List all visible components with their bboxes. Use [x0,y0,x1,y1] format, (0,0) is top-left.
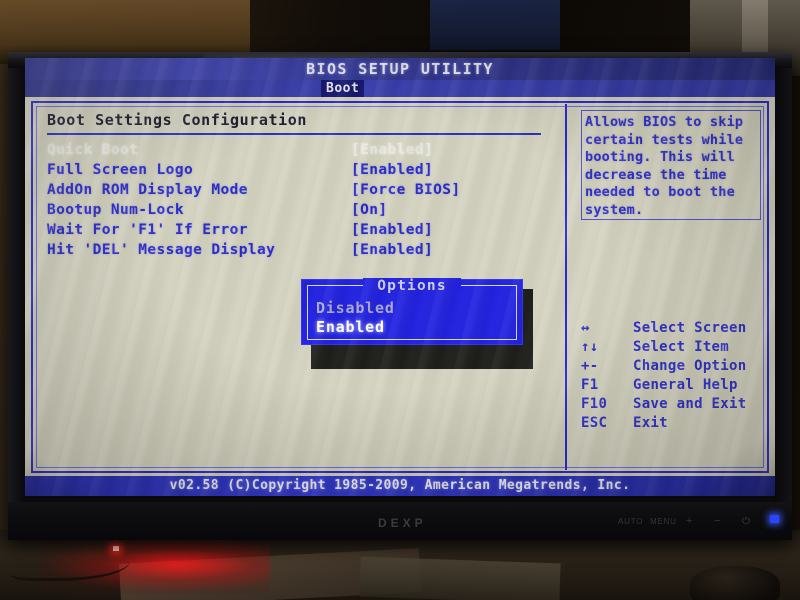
key-legend-row: F10 Save and Exit [581,396,767,415]
monitor-button-row: AUTO MENU + − ⏻ [618,515,790,531]
setting-row[interactable]: Wait For 'F1' If Error [Enabled] [47,222,547,242]
key-legend-description: Save and Exit [633,396,747,412]
key-legend-description: Change Option [633,358,747,374]
setting-row[interactable]: Hit 'DEL' Message Display [Enabled] [47,242,547,262]
key-legend-description: Exit [633,415,668,431]
key-legend-description: Select Item [633,339,730,355]
section-underline [47,133,541,135]
setting-value[interactable]: [Enabled] [351,222,433,238]
key-f10: F10 [581,396,608,412]
key-plus-minus-icon: +- [581,358,599,374]
desk-object [690,566,780,600]
options-popup-title: Options [363,278,461,294]
settings-list: Quick Boot [Enabled] Full Screen Logo [E… [47,142,547,262]
help-text: Allows BIOS to skip certain tests while … [585,114,744,218]
monitor-plus-button[interactable]: + [686,515,693,527]
key-legend-row: ESC Exit [581,415,767,434]
monitor: BIOS SETUP UTILITY Boot Boot Settings Co… [8,52,792,540]
setting-row[interactable]: AddOn ROM Display Mode [Force BIOS] [47,182,547,202]
bios-tab-bar: Boot [25,80,775,97]
key-arrows-vertical-icon: ↑↓ [581,339,599,355]
key-legend-row: ↑↓ Select Item [581,339,767,358]
bezel-left [8,52,26,540]
key-legend-description: Select Screen [633,320,747,336]
wall-blue-patch [430,0,560,50]
key-legend-description: General Help [633,377,738,393]
monitor-minus-button[interactable]: − [714,515,721,527]
tab-boot[interactable]: Boot [321,80,365,97]
setting-label: Full Screen Logo [47,162,194,178]
bios-footer: v02.58 (C)Copyright 1985-2009, American … [25,476,775,496]
power-led-icon [770,515,779,523]
key-f1: F1 [581,377,599,393]
setting-value[interactable]: [Enabled] [351,142,433,158]
desk-paper-right [359,556,561,600]
key-legend: ↔ Select Screen ↑↓ Select Item +- Change… [581,320,767,434]
screen: BIOS SETUP UTILITY Boot Boot Settings Co… [25,58,775,496]
options-popup[interactable]: Options Disabled Enabled [301,278,523,345]
setting-label: Wait For 'F1' If Error [47,222,248,238]
photo-scene: BIOS SETUP UTILITY Boot Boot Settings Co… [0,0,800,600]
bios-title-bar: BIOS SETUP UTILITY [25,58,775,80]
setting-row[interactable]: Bootup Num-Lock [On] [47,202,547,222]
setting-row[interactable]: Quick Boot [Enabled] [47,142,547,162]
setting-label: Quick Boot [47,142,139,158]
setting-value[interactable]: [Force BIOS] [351,182,461,198]
key-arrows-horizontal-icon: ↔ [581,320,590,336]
option-item-disabled[interactable]: Disabled [316,299,395,317]
option-item-enabled[interactable]: Enabled [316,318,385,336]
bezel-bottom: DEXP AUTO MENU + − ⏻ [8,502,792,540]
section-title: Boot Settings Configuration [47,111,308,129]
key-esc: ESC [581,415,608,431]
setting-value[interactable]: [Enabled] [351,162,433,178]
bezel-right [774,52,792,540]
key-legend-row: ↔ Select Screen [581,320,767,339]
key-legend-row: F1 General Help [581,377,767,396]
monitor-power-button[interactable]: ⏻ [742,516,751,527]
monitor-menu-button[interactable]: MENU [650,517,677,526]
monitor-brand-logo: DEXP [378,516,427,530]
setting-row[interactable]: Full Screen Logo [Enabled] [47,162,547,182]
key-legend-row: +- Change Option [581,358,767,377]
setting-label: Bootup Num-Lock [47,202,184,218]
setting-label: Hit 'DEL' Message Display [47,242,276,258]
monitor-auto-button[interactable]: AUTO [618,517,643,526]
bios-setup-utility: BIOS SETUP UTILITY Boot Boot Settings Co… [25,58,775,496]
setting-label: AddOn ROM Display Mode [47,182,248,198]
column-divider [565,104,567,470]
setting-value[interactable]: [Enabled] [351,242,433,258]
setting-value[interactable]: [On] [351,202,388,218]
